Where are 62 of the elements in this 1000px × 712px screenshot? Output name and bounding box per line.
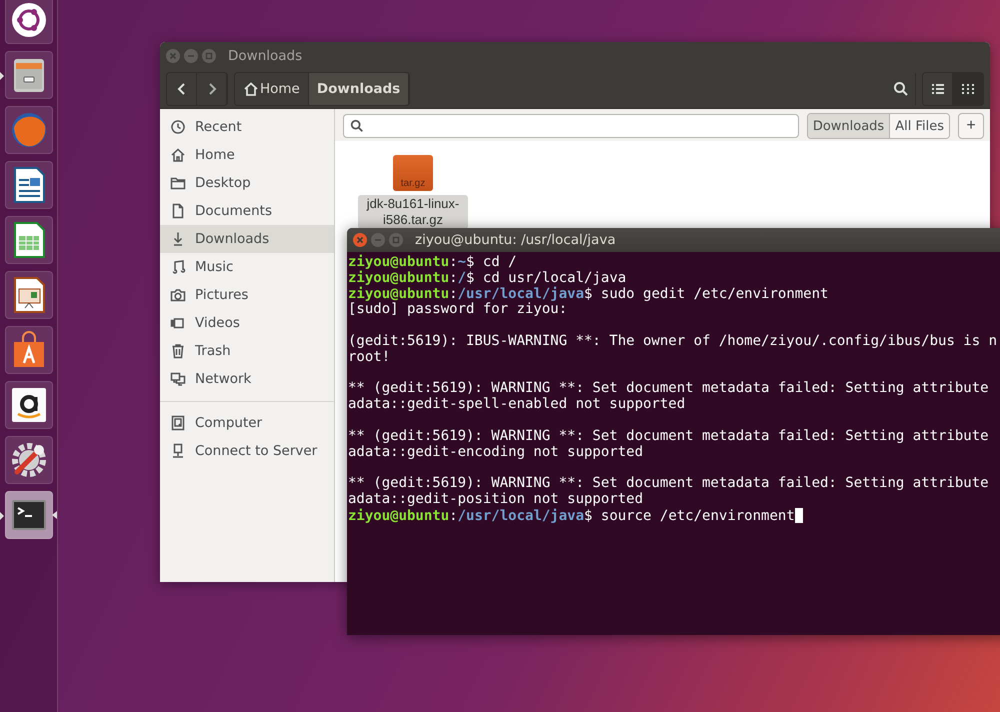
running-indicator [0, 512, 4, 520]
scope-button[interactable]: Downloads [808, 114, 890, 138]
trash-icon [170, 343, 186, 359]
terminal-line: ziyou@ubuntu:/$ cd usr/local/java [348, 270, 626, 286]
spreadsheet-app-icon[interactable] [4, 216, 52, 264]
terminal-line: ** (gedit:5619): WARNING **: Set document metadata failed: Setting attribute [348, 381, 989, 397]
close-button[interactable] [353, 233, 367, 247]
terminal-line: ** (gedit:5619): WARNING **: Set document metadata failed: Setting attribute [348, 476, 989, 492]
sidebar-item[interactable]: Videos [160, 309, 334, 337]
home-icon [243, 82, 259, 96]
terminal-line: root! [348, 350, 390, 366]
window-title: Downloads [228, 48, 302, 64]
add-button[interactable]: + [958, 113, 984, 139]
home-icon [170, 147, 186, 163]
wrench-gear-icon[interactable] [4, 436, 52, 484]
dash-icon[interactable] [4, 0, 52, 44]
sidebar-item[interactable]: Desktop [160, 169, 334, 197]
letter-a-icon[interactable] [4, 381, 52, 429]
folder-icon [170, 175, 186, 191]
search-field[interactable] [343, 114, 799, 138]
terminal-line: ziyou@ubuntu:/usr/local/java$ sudo gedit /etc/environment [348, 286, 828, 302]
window-title: ziyou@ubuntu: /usr/local/java [415, 232, 616, 248]
running-indicator [0, 72, 4, 80]
document-app-icon[interactable] [4, 161, 52, 209]
terminal-line: ziyou@ubuntu:~$ cd / [348, 255, 517, 270]
sidebar-item[interactable]: Music [160, 253, 334, 281]
music-icon [170, 259, 186, 275]
terminal-icon[interactable] [4, 491, 52, 539]
sidebar-item[interactable]: Connect to Server [160, 437, 334, 465]
path-button[interactable]: Downloads [308, 73, 410, 105]
server-icon [170, 443, 186, 459]
terminal-line: adata::gedit-position not supported [348, 492, 644, 508]
shopping-bag-icon[interactable] [4, 326, 52, 374]
terminal-line: ** (gedit:5619): WARNING **: Set document metadata failed: Setting attribute [348, 428, 989, 445]
sidebar-item[interactable]: Recent [160, 113, 334, 141]
document-icon [170, 203, 186, 219]
presentation-app-icon[interactable] [4, 271, 52, 319]
file-cabinet-icon[interactable] [4, 51, 52, 99]
terminal-line: [sudo] password for ziyou: [348, 302, 568, 318]
search-icon [350, 119, 364, 133]
grid-icon [960, 83, 974, 95]
sidebar-item[interactable]: Computer [160, 409, 334, 437]
list-icon [930, 83, 944, 95]
terminal-line: adata::gedit-encoding not supported [348, 444, 644, 460]
scope-button[interactable]: All Files [890, 114, 949, 138]
network-icon [170, 371, 186, 387]
terminal-line: adata::gedit-spell-enabled not supported [348, 397, 686, 413]
terminal-line: ziyou@ubuntu:/usr/local/java$ source /etc/environment [348, 508, 803, 525]
sidebar-item[interactable]: Trash [160, 337, 334, 365]
camera-icon [170, 287, 186, 303]
grid-view-button[interactable] [953, 73, 983, 105]
sidebar-item[interactable]: Documents [160, 197, 334, 225]
computer-icon [170, 415, 186, 431]
clock-icon [170, 119, 186, 135]
sidebar-item[interactable]: Home [160, 141, 334, 169]
file-name[interactable]: jdk-8u161-linux-i586.tar.gz [358, 195, 468, 229]
chevron-left-icon [176, 82, 188, 96]
terminal-line: (gedit:5619): IBUS-WARNING **: The owner of /home/ziyou/.config/ibus/bus is n [348, 334, 998, 350]
search-icon [892, 81, 908, 97]
sidebar-item[interactable]: Downloads [160, 225, 334, 253]
sidebar-item[interactable]: Pictures [160, 281, 334, 309]
sidebar-item[interactable]: Network [160, 365, 334, 393]
